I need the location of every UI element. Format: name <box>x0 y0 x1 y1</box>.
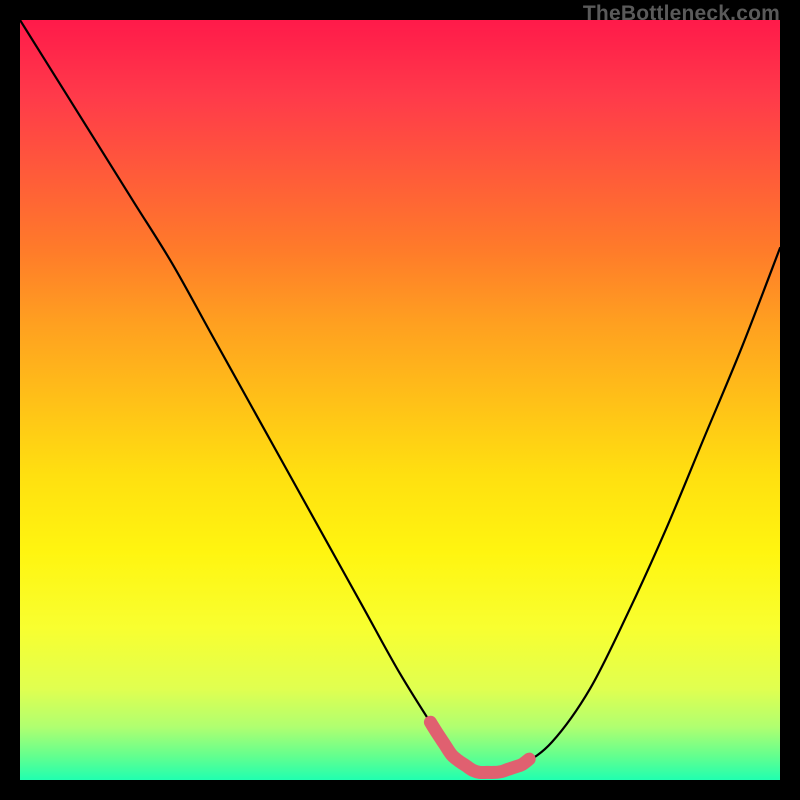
optimal-zone-highlight <box>430 722 529 772</box>
optimal-zone-end-dot <box>523 753 535 765</box>
bottleneck-curve-line <box>20 20 780 774</box>
bottleneck-chart <box>20 20 780 780</box>
